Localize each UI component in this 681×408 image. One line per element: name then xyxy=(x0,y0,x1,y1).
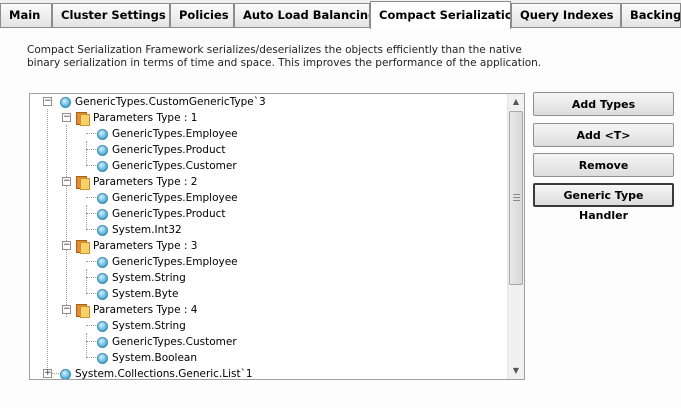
tab-strip: Main Cluster Settings Policies Auto Load… xyxy=(0,0,681,29)
expand-toggle-root-2[interactable]: + xyxy=(43,369,52,378)
folder-icon xyxy=(75,303,90,318)
description-text: Compact Serialization Framework serializ… xyxy=(27,44,547,70)
scroll-down-arrow-icon[interactable]: ▼ xyxy=(508,363,524,379)
generic-type-icon xyxy=(97,288,108,300)
tree-leaf[interactable]: GenericTypes.Customer xyxy=(97,158,237,174)
tab-cluster-settings[interactable]: Cluster Settings xyxy=(52,3,170,27)
collapse-toggle-group-4[interactable]: − xyxy=(62,305,71,314)
grip-icon xyxy=(513,194,520,201)
generic-type-icon xyxy=(97,224,108,236)
tree-leaf[interactable]: GenericTypes.Product xyxy=(97,206,226,222)
tree-node-root[interactable]: GenericTypes.CustomGenericType`3 xyxy=(60,94,266,110)
tree-node-root-2[interactable]: System.Collections.Generic.List`1 xyxy=(60,366,253,379)
scrollbar-thumb[interactable] xyxy=(509,111,523,285)
tree-node-parameters-3[interactable]: Parameters Type : 3 xyxy=(75,238,197,254)
generic-type-icon xyxy=(97,160,108,172)
generic-type-icon xyxy=(97,128,108,140)
tree-leaf[interactable]: System.String xyxy=(97,318,186,334)
collapse-toggle-root[interactable]: − xyxy=(43,97,52,106)
tab-query-indexes[interactable]: Query Indexes xyxy=(511,3,621,27)
tree-leaf[interactable]: System.Boolean xyxy=(97,350,197,366)
generic-type-icon xyxy=(97,336,108,348)
tab-compact-serialization[interactable]: Compact Serialization xyxy=(370,1,511,29)
generic-type-icon xyxy=(97,192,108,204)
generic-type-icon xyxy=(97,256,108,268)
scroll-up-arrow-icon[interactable]: ▲ xyxy=(508,94,524,110)
add-types-button[interactable]: Add Types xyxy=(533,92,674,116)
folder-icon xyxy=(75,239,90,254)
tab-policies[interactable]: Policies xyxy=(170,3,234,27)
generic-type-icon xyxy=(97,144,108,156)
generic-type-handler-button[interactable]: Generic Type Handler xyxy=(533,183,674,222)
collapse-toggle-group-3[interactable]: − xyxy=(62,241,71,250)
remove-button[interactable]: Remove xyxy=(533,153,674,177)
collapse-toggle-group-2[interactable]: − xyxy=(62,177,71,186)
tree-leaf[interactable]: GenericTypes.Employee xyxy=(97,126,238,142)
tree-vertical-scrollbar[interactable]: ▲ ▼ xyxy=(507,94,524,379)
folder-icon xyxy=(75,111,90,126)
tab-backing[interactable]: Backing xyxy=(621,3,681,27)
tree-leaf[interactable]: System.Byte xyxy=(97,286,179,302)
tree-leaf[interactable]: GenericTypes.Customer xyxy=(97,334,237,350)
generic-type-icon xyxy=(97,320,108,332)
collapse-toggle-group-1[interactable]: − xyxy=(62,113,71,122)
generic-types-tree[interactable]: − GenericTypes.CustomGenericType`3 − Par… xyxy=(29,93,525,380)
generic-type-icon xyxy=(97,272,108,284)
tree-leaf[interactable]: GenericTypes.Employee xyxy=(97,254,238,270)
tree-node-parameters-2[interactable]: Parameters Type : 2 xyxy=(75,174,197,190)
tree-node-parameters-4[interactable]: Parameters Type : 4 xyxy=(75,302,197,318)
generic-type-icon xyxy=(97,352,108,364)
description-line-2: binary serialization in terms of time an… xyxy=(27,57,542,69)
tab-main[interactable]: Main xyxy=(0,3,52,27)
generic-type-icon xyxy=(60,96,71,108)
tree-leaf[interactable]: GenericTypes.Product xyxy=(97,142,226,158)
folder-icon xyxy=(75,175,90,190)
tree-leaf[interactable]: System.String xyxy=(97,270,186,286)
generic-type-icon xyxy=(60,368,71,379)
add-generic-button[interactable]: Add <T> xyxy=(533,123,674,147)
tree-leaf[interactable]: System.Int32 xyxy=(97,222,182,238)
description-line-1: Compact Serialization Framework serializ… xyxy=(27,44,522,56)
tab-auto-load-balancing[interactable]: Auto Load Balancing xyxy=(234,3,370,27)
generic-type-icon xyxy=(97,208,108,220)
tree-leaf[interactable]: GenericTypes.Employee xyxy=(97,190,238,206)
tree-node-parameters-1[interactable]: Parameters Type : 1 xyxy=(75,110,197,126)
